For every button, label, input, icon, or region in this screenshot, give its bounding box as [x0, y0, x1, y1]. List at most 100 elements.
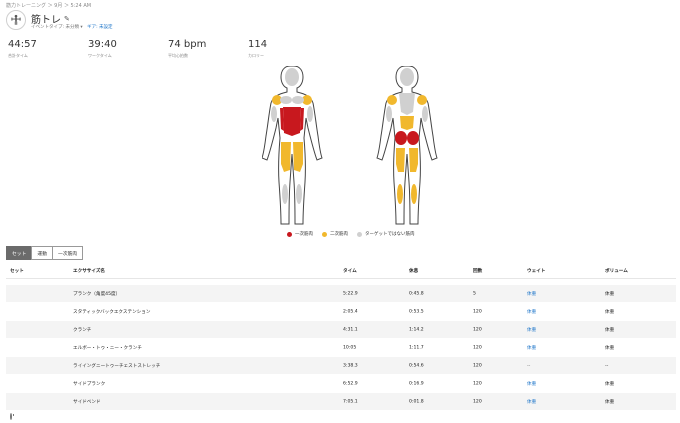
secondary-dot-icon	[322, 231, 327, 237]
set-volume: 体重	[605, 309, 615, 315]
set-weight[interactable]: 体重	[527, 345, 536, 351]
set-volume: 体重	[605, 291, 615, 297]
set-reps: 120	[473, 381, 482, 386]
set-rest: 0:53.5	[409, 309, 424, 314]
set-time: 7:05.1	[343, 399, 358, 404]
exercise-name: プランク（角度45度）	[73, 291, 121, 297]
col-weight[interactable]: ウェイト	[527, 268, 545, 274]
col-reps[interactable]: 回数	[473, 268, 482, 274]
view-tabs: セット 運動 一次筋肉	[6, 246, 84, 260]
neutral-dot-icon	[357, 231, 362, 237]
set-volume: 体重	[605, 345, 615, 351]
set-weight[interactable]: 体重	[527, 309, 536, 315]
muscle-map	[262, 66, 438, 225]
table-header: セット エクササイズ名 タイム 休息 回数 ウェイト ボリューム	[6, 264, 676, 279]
summary-stats: 44:57 合計タイム 39:40 ワークタイム 74 bpm 平均心拍数 11…	[8, 39, 328, 59]
lower-back	[400, 116, 414, 130]
front-quad-right	[293, 142, 303, 172]
col-rest[interactable]: 休息	[409, 268, 418, 274]
set-time: 2:05.4	[343, 309, 358, 314]
set-time: 6:52.9	[343, 381, 358, 386]
stat-value: 44:57	[8, 39, 37, 50]
stat-total-time: 44:57 合計タイム	[8, 39, 88, 59]
set-volume: 体重	[605, 381, 615, 387]
back-delt-right	[417, 95, 427, 105]
col-volume[interactable]: ボリューム	[605, 268, 628, 274]
set-reps: 120	[473, 363, 482, 368]
set-reps: 5	[473, 291, 476, 296]
stat-value: 114	[248, 39, 268, 50]
stat-value: 74 bpm	[168, 39, 207, 50]
stat-avg-heart-rate: 74 bpm 平均心拍数	[168, 39, 248, 59]
set-reps: 120	[473, 327, 482, 332]
stat-label: カロリー	[248, 53, 264, 58]
exercise-name: ライイングニートゥーチェストストレッチ	[73, 363, 161, 369]
legend-not-targeted: ターゲットではない筋肉	[357, 231, 415, 237]
legend-primary: 一次筋肉	[287, 231, 313, 237]
tab-exercises[interactable]: 運動	[31, 246, 54, 260]
hamstring-left	[396, 148, 405, 172]
set-weight[interactable]: 体重	[527, 291, 536, 297]
set-volume: 体重	[605, 327, 615, 333]
clock-icon	[10, 412, 12, 420]
exercise-name: エルボー・トゥ・ニー・クランチ	[73, 345, 142, 351]
table-row[interactable]: サイドベンド 7:05.1 0:01.8 120 体重 体重	[6, 393, 676, 420]
edit-pencil-icon[interactable]: ✎	[64, 15, 70, 23]
breadcrumb[interactable]: 筋力トレーニング ＞ 9月 ＞ 5:24 AM	[6, 2, 91, 9]
event-type-selector[interactable]: イベントタイプ: 未分類 ▾	[31, 25, 83, 30]
col-set[interactable]: セット	[10, 268, 24, 274]
set-rest: 0:01.8	[409, 399, 424, 404]
stat-work-time: 39:40 ワークタイム	[88, 39, 168, 59]
stat-label: 合計タイム	[8, 53, 28, 58]
set-reps: 120	[473, 309, 482, 314]
stat-label: ワークタイム	[88, 53, 112, 58]
table-row[interactable]: ライイングニートゥーチェストストレッチ 3:38.3 0:54.6 120 --…	[6, 357, 676, 384]
set-volume: 体重	[605, 399, 615, 405]
set-volume: --	[605, 363, 609, 368]
set-rest: 1:11.7	[409, 345, 424, 350]
set-weight: --	[527, 363, 531, 368]
exercise-name: クランチ	[73, 327, 92, 333]
set-rest: 0:54.6	[409, 363, 424, 368]
table-row[interactable]: クランチ 4:31.1 1:14.2 120 体重 体重	[6, 321, 676, 348]
set-time: 4:31.1	[343, 327, 358, 332]
front-body-figure	[262, 66, 323, 225]
set-time: 3:38.3	[343, 363, 358, 368]
activity-type-icon	[6, 10, 26, 30]
muscle-legend: 一次筋肉 二次筋肉 ターゲットではない筋肉	[287, 231, 415, 237]
legend-secondary-label: 二次筋肉	[330, 232, 348, 237]
stat-label: 平均心拍数	[168, 53, 188, 58]
back-delt-left	[387, 95, 397, 105]
exercise-name: サイドベンド	[73, 399, 101, 405]
glute-right	[407, 131, 419, 145]
set-reps: 120	[473, 345, 482, 350]
set-rest: 1:14.2	[409, 327, 424, 332]
table-row[interactable]: サイドプランク 6:52.9 0:16.9 120 体重 体重	[6, 375, 676, 402]
col-exercise-name[interactable]: エクササイズ名	[73, 268, 105, 274]
glute-left	[395, 131, 407, 145]
legend-primary-label: 一次筋肉	[295, 232, 313, 237]
set-weight[interactable]: 体重	[527, 399, 536, 405]
back-body-figure	[376, 66, 438, 225]
tab-primary-muscles[interactable]: 一次筋肉	[52, 246, 84, 260]
set-time: 10:05	[343, 345, 357, 350]
gear-link[interactable]: ギア: 未設定	[87, 25, 112, 30]
set-weight[interactable]: 体重	[527, 327, 536, 333]
table-row[interactable]: エルボー・トゥ・ニー・クランチ 10:05 1:11.7 120 体重 体重	[6, 339, 676, 366]
calf-right	[411, 184, 417, 204]
col-time[interactable]: タイム	[343, 268, 357, 274]
set-rest: 0:16.9	[409, 381, 424, 386]
table-row[interactable]: プランク（角度45度） 5:22.9 0:45.8 5 体重 体重	[6, 285, 676, 312]
table-row[interactable]: スタティックバックエクステンション 2:05.4 0:53.5 120 体重 体…	[6, 303, 676, 330]
front-quad-left	[281, 142, 291, 172]
set-weight[interactable]: 体重	[527, 381, 536, 387]
stat-value: 39:40	[88, 39, 117, 50]
set-rest: 0:45.8	[409, 291, 424, 296]
stat-calories: 114 カロリー	[248, 39, 328, 59]
calf-left	[397, 184, 403, 204]
exercise-name: サイドプランク	[73, 381, 106, 387]
primary-dot-icon	[287, 231, 292, 237]
exercise-name: スタティックバックエクステンション	[73, 309, 151, 315]
tab-sets[interactable]: セット	[6, 246, 33, 260]
set-reps: 120	[473, 399, 482, 404]
